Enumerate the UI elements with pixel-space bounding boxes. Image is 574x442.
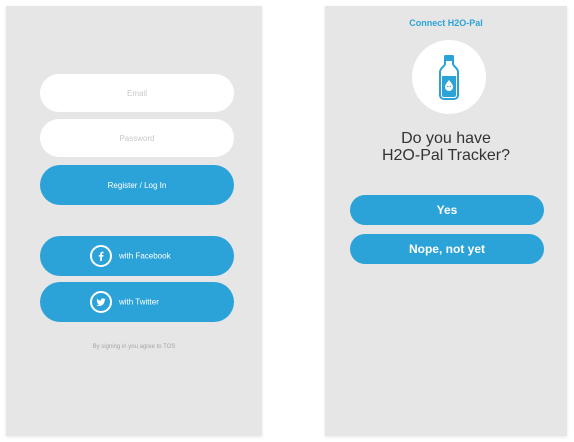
- tos-notice: By signing in you agree to TOS: [92, 344, 176, 350]
- email-field[interactable]: [40, 74, 234, 112]
- login-screen: Register / Log In with Facebook with Twi…: [6, 6, 262, 436]
- question-line-2: H2O-Pal Tracker?: [381, 147, 511, 164]
- register-login-label: Register / Log In: [107, 180, 167, 190]
- yes-label: Yes: [436, 203, 458, 217]
- facebook-label: with Facebook: [119, 251, 171, 261]
- twitter-label: with Twitter: [119, 297, 159, 307]
- nope-label: Nope, not yet: [408, 242, 485, 256]
- app-mockups: Register / Log In with Facebook with Twi…: [0, 0, 574, 442]
- facebook-icon: [90, 245, 112, 267]
- nope-not-yet-button[interactable]: Nope, not yet: [350, 234, 544, 264]
- register-login-button[interactable]: Register / Log In: [40, 165, 234, 205]
- yes-button[interactable]: Yes: [350, 195, 544, 225]
- twitter-login-button[interactable]: with Twitter: [40, 282, 234, 322]
- password-field[interactable]: [40, 119, 234, 157]
- facebook-login-button[interactable]: with Facebook: [40, 236, 234, 276]
- connect-screen: Connect H2O-Pal Do you have H2O-Pal Trac…: [325, 6, 567, 436]
- tracker-question: Do you have H2O-Pal Tracker?: [325, 130, 567, 164]
- question-line-1: Do you have: [401, 130, 491, 147]
- twitter-icon: [90, 291, 112, 313]
- page-title: Connect H2O-Pal: [409, 18, 483, 28]
- water-bottle-icon: [412, 40, 486, 114]
